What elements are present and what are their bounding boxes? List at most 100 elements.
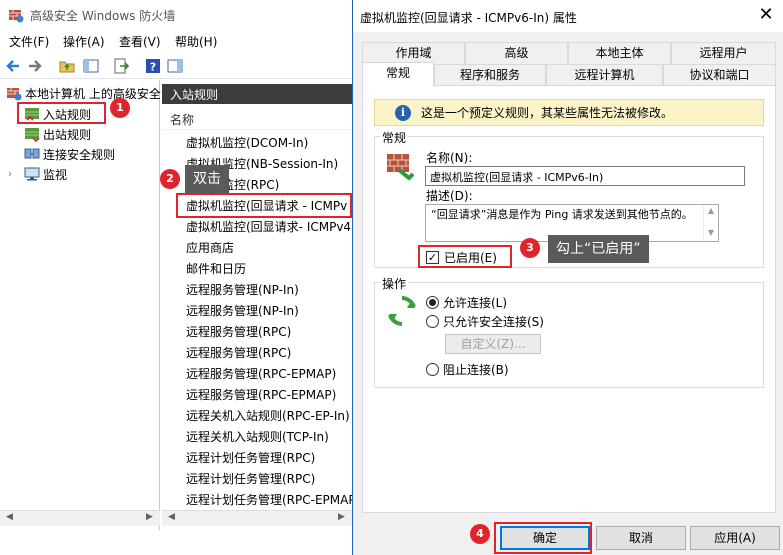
tree-item-outbound-rules[interactable]: 出站规则: [24, 125, 91, 143]
radio-allow-secure-only[interactable]: [426, 315, 439, 328]
annotation-box-inbound-rules: [17, 102, 106, 124]
step-badge-3: 3: [520, 238, 540, 258]
scroll-right-icon[interactable]: ▶: [146, 512, 153, 522]
rule-name: 远程服务管理(RPC-EPMAP): [186, 387, 337, 402]
menu-file[interactable]: 文件(F): [9, 33, 49, 50]
list-horizontal-scrollbar[interactable]: ◀ ▶: [162, 510, 352, 526]
tab-programs-services[interactable]: 程序和服务: [434, 64, 546, 86]
allow-connection-label: 允许连接(L): [443, 296, 508, 310]
show-action-pane-icon[interactable]: [166, 57, 184, 75]
rule-name: 应用商店: [186, 240, 235, 255]
main-title-bar: 高级安全 Windows 防火墙: [0, 0, 360, 30]
info-icon: i: [395, 104, 411, 121]
table-row[interactable]: 远程服务管理(RPC-EPMAP): [186, 384, 352, 404]
menu-action[interactable]: 操作(A): [63, 33, 105, 50]
folder-up-icon[interactable]: [58, 57, 76, 75]
tree-root-label: 本地计算机 上的高级安全: [25, 86, 161, 101]
rule-name: 远程计划任务管理(RPC): [186, 450, 316, 465]
table-row[interactable]: 远程服务管理(NP-In): [186, 279, 352, 299]
table-row[interactable]: ✓应用商店: [186, 237, 352, 257]
column-header-name[interactable]: 名称: [162, 108, 352, 130]
table-row[interactable]: 远程服务管理(RPC): [186, 321, 352, 341]
annotation-box-ok: [494, 522, 592, 554]
scroll-up-icon[interactable]: ▲: [704, 205, 718, 217]
table-row[interactable]: 远程计划任务管理(RPC): [186, 468, 352, 488]
cancel-button[interactable]: 取消: [596, 526, 686, 550]
tab-protocols-ports[interactable]: 协议和端口: [663, 64, 776, 86]
connection-security-icon: [24, 148, 40, 159]
tab-general[interactable]: 常规: [362, 62, 434, 86]
tab-advanced[interactable]: 高级: [465, 42, 568, 64]
table-row[interactable]: 虚拟机监控(回显请求- ICMPv4: [186, 216, 352, 236]
step-badge-4: 4: [470, 524, 490, 544]
green-arrows-icon: [388, 296, 416, 326]
description-scrollbar[interactable]: ▲ ▼: [703, 205, 718, 241]
back-arrow-icon[interactable]: [4, 57, 22, 75]
tab-remote-users[interactable]: 远程用户: [671, 42, 776, 64]
predefined-rule-info-bar: i 这是一个预定义规则，其某些属性无法被修改。: [374, 99, 764, 126]
table-row[interactable]: 远程服务管理(NP-In): [186, 300, 352, 320]
export-list-icon[interactable]: [112, 57, 130, 75]
tab-remote-computers[interactable]: 远程计算机: [546, 64, 663, 86]
table-row[interactable]: 远程计划任务管理(RPC): [186, 447, 352, 467]
svg-text:?: ?: [150, 61, 156, 74]
menu-help[interactable]: 帮助(H): [175, 33, 217, 50]
console-tree: 本地计算机 上的高级安全 入站规则 出站规则 连接安全规则 › 监视: [0, 80, 161, 530]
dialog-title: 虚拟机监控(回显请求 - ICMPv6-In) 属性: [360, 11, 577, 25]
step-badge-1: 1: [110, 98, 130, 118]
radio-block-connection[interactable]: [426, 363, 439, 376]
customize-button[interactable]: 自定义(Z)...: [445, 334, 541, 354]
firewall-main-window: 高级安全 Windows 防火墙 文件(F) 操作(A) 查看(V) 帮助(H)…: [0, 0, 360, 555]
tree-item-monitoring[interactable]: › 监视: [8, 165, 67, 183]
tab-local-principals[interactable]: 本地主体: [568, 42, 671, 64]
table-row[interactable]: ✓邮件和日历: [186, 258, 352, 278]
dialog-title-bar: 虚拟机监控(回显请求 - ICMPv6-In) 属性 ✕: [353, 0, 783, 32]
scroll-left-icon[interactable]: ◀: [6, 512, 13, 522]
tree-root-local-computer[interactable]: 本地计算机 上的高级安全: [6, 84, 161, 102]
show-hide-tree-icon[interactable]: [82, 57, 100, 75]
tree-item-connection-security-rules[interactable]: 连接安全规则: [24, 145, 115, 163]
rule-name: 远程服务管理(NP-In): [186, 282, 299, 297]
rule-name: 远程关机入站规则(RPC-EP-In): [186, 408, 350, 423]
expand-chevron-icon[interactable]: ›: [8, 169, 18, 180]
tree-horizontal-scrollbar[interactable]: ◀ ▶: [0, 510, 160, 526]
block-connection-label: 阻止连接(B): [443, 363, 509, 377]
forward-arrow-icon[interactable]: [26, 57, 44, 75]
info-message: 这是一个预定义规则，其某些属性无法被修改。: [421, 106, 674, 120]
description-label: 描述(D):: [426, 189, 473, 203]
callout-double-click: 双击: [185, 165, 229, 193]
firewall-brick-icon: [7, 88, 22, 101]
callout-check-enabled: 勾上“已启用”: [548, 235, 649, 263]
list-pane-title: 入站规则: [170, 88, 219, 102]
table-row[interactable]: 虚拟机监控(DCOM-In): [186, 132, 352, 152]
table-row[interactable]: 远程服务管理(RPC-EPMAP): [186, 363, 352, 383]
step-badge-2: 2: [160, 169, 180, 189]
apply-button[interactable]: 应用(A): [690, 526, 780, 550]
toolbar: ?: [0, 53, 360, 79]
scroll-left-icon[interactable]: ◀: [168, 512, 175, 522]
scroll-down-icon[interactable]: ▼: [704, 227, 718, 239]
table-row[interactable]: 远程服务管理(RPC): [186, 342, 352, 362]
rule-name: 虚拟机监控(DCOM-In): [186, 135, 309, 150]
help-icon[interactable]: ?: [144, 57, 162, 75]
name-field[interactable]: 虚拟机监控(回显请求 - ICMPv6-In): [425, 166, 745, 186]
column-header-label: 名称: [170, 113, 195, 127]
name-label: 名称(N):: [426, 151, 473, 165]
close-icon[interactable]: ✕: [748, 0, 783, 32]
rule-name: 远程服务管理(NP-In): [186, 303, 299, 318]
radio-allow-connection[interactable]: [426, 296, 439, 309]
tab-scope[interactable]: 作用域: [362, 42, 465, 64]
table-row[interactable]: 远程关机入站规则(RPC-EP-In): [186, 405, 352, 425]
main-window-title: 高级安全 Windows 防火墙: [30, 9, 176, 23]
scroll-right-icon[interactable]: ▶: [338, 512, 345, 522]
tree-item-label: 连接安全规则: [43, 147, 116, 162]
annotation-box-enabled: [418, 245, 512, 268]
tree-item-label: 监视: [43, 167, 68, 182]
menu-view[interactable]: 查看(V): [119, 33, 161, 50]
table-row[interactable]: 远程关机入站规则(TCP-In): [186, 426, 352, 446]
rule-name: 远程服务管理(RPC-EPMAP): [186, 366, 337, 381]
allow-secure-label: 只允许安全连接(S): [443, 315, 544, 329]
firewall-rule-icon: [387, 154, 415, 181]
firewall-brick-icon: [9, 10, 24, 23]
table-row[interactable]: 远程计划任务管理(RPC-EPMAP: [186, 489, 352, 509]
